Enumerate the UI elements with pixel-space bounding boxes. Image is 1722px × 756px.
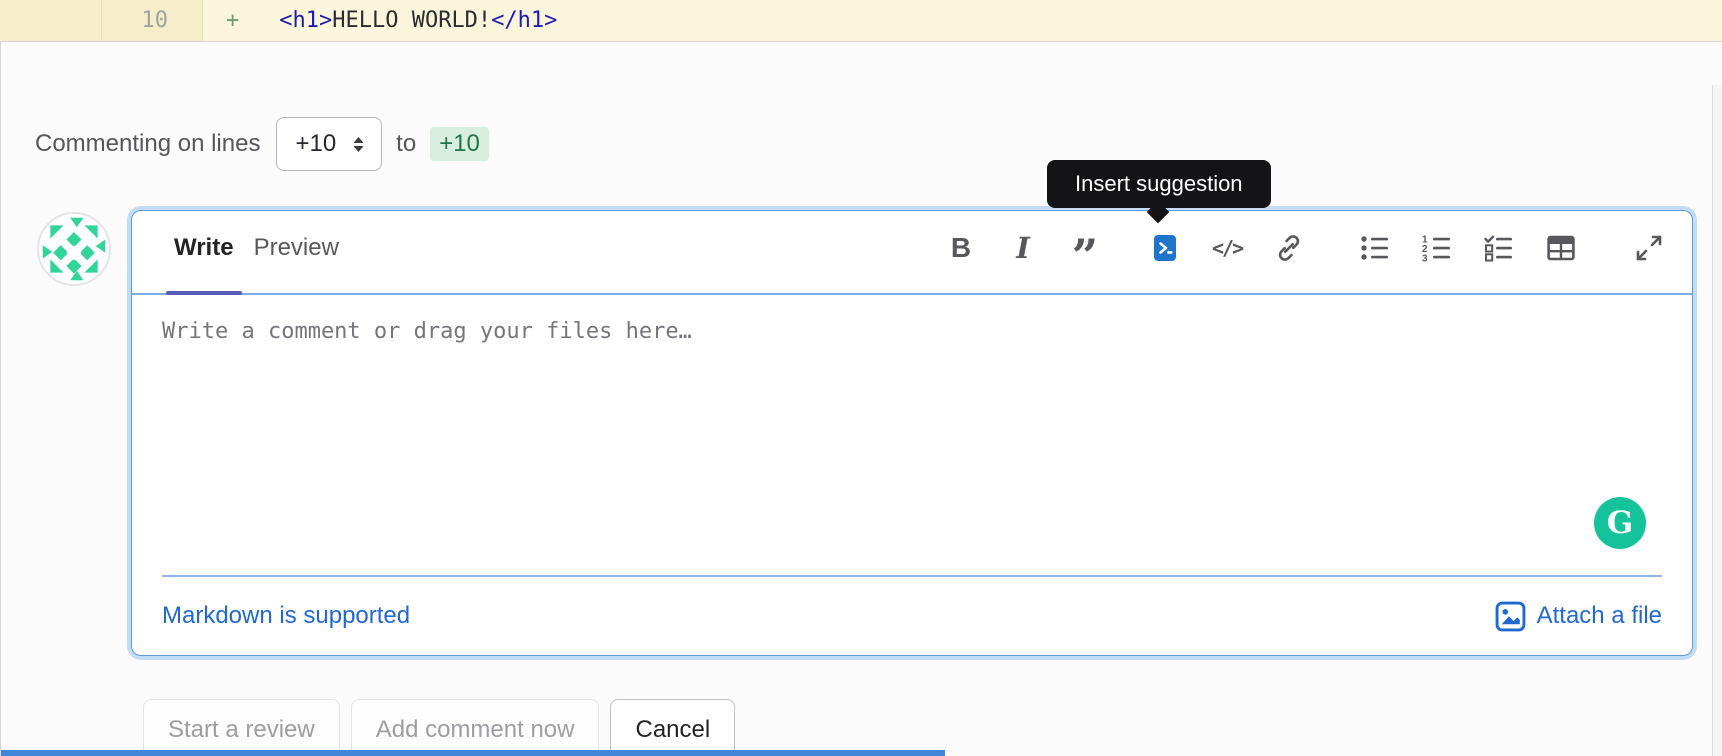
bold-button[interactable]: B (946, 232, 976, 263)
insert-suggestion-icon (1154, 235, 1176, 261)
formatting-toolbar: B I ” </> 1 2 3 (946, 229, 1664, 283)
insert-suggestion-tooltip: Insert suggestion (1047, 160, 1271, 208)
link-icon (1278, 235, 1300, 261)
tab-preview-label: Preview (253, 234, 339, 261)
task-list-icon (1484, 235, 1512, 262)
diff-line-row: 10 + <h1>HELLO WORLD!</h1> (0, 0, 1722, 42)
comment-editor: Write Preview B I ” </> 1 2 3 Write a co… (131, 210, 1693, 656)
new-line-number-cell: 10 (102, 0, 203, 41)
editor-header: Write Preview B I ” </> 1 2 3 (132, 211, 1692, 295)
start-line-value: +10 (295, 130, 337, 157)
table-button[interactable] (1546, 233, 1576, 263)
avatar (37, 212, 111, 286)
markdown-supported-link[interactable]: Markdown is supported (162, 602, 410, 630)
add-comment-now-button[interactable]: Add comment now (350, 699, 600, 756)
tooltip-text: Insert suggestion (1075, 171, 1243, 196)
code-icon: </> (1211, 236, 1244, 260)
insert-suggestion-button[interactable] (1150, 233, 1180, 263)
italic-button[interactable]: I (1008, 231, 1038, 265)
tab-preview[interactable]: Preview (246, 217, 347, 279)
comment-actions: Start a review Add comment now Cancel (143, 699, 736, 756)
code-open-tag: <h1> (279, 8, 333, 33)
start-line-select[interactable]: +10 (276, 117, 383, 171)
code-text: HELLO WORLD! (332, 8, 492, 33)
link-button[interactable] (1274, 233, 1304, 263)
scrollbar-gutter (1712, 85, 1722, 756)
editor-body: G (132, 295, 1692, 575)
fullscreen-button[interactable] (1634, 233, 1664, 263)
attach-image-icon (1495, 601, 1525, 631)
tab-write[interactable]: Write (166, 217, 242, 295)
quote-icon: ” (1071, 229, 1099, 283)
commenting-label: Commenting on lines (35, 130, 261, 157)
merge-request-comment-view: 10 + <h1>HELLO WORLD!</h1> Commenting on … (0, 0, 1722, 756)
commenting-on-lines-row: Commenting on lines +10 to +10 (35, 116, 489, 172)
fullscreen-icon (1636, 235, 1662, 261)
attach-file-label: Attach a file (1536, 602, 1662, 629)
start-review-button[interactable]: Start a review (143, 699, 340, 756)
quote-button[interactable]: ” (1070, 229, 1100, 283)
old-line-number-cell (0, 0, 102, 41)
diff-selection-bar (1, 750, 945, 756)
tab-write-label: Write (174, 234, 234, 261)
grammarly-icon[interactable]: G (1594, 497, 1646, 549)
bullet-list-icon (1361, 236, 1388, 260)
comment-form: Commenting on lines +10 to +10 Write Pre… (0, 42, 1722, 756)
bullet-list-button[interactable] (1360, 233, 1390, 263)
to-label: to (396, 130, 417, 157)
svg-text:3: 3 (1422, 254, 1428, 264)
editor-tabs: Write Preview (166, 217, 347, 295)
numbered-list-icon: 1 2 3 (1422, 235, 1450, 264)
numbered-list-button[interactable]: 1 2 3 (1422, 233, 1452, 263)
identicon-pattern (42, 217, 106, 281)
diff-code-cell: + <h1>HELLO WORLD!</h1> (203, 0, 1722, 41)
code-button[interactable]: </> (1211, 233, 1244, 263)
task-list-button[interactable] (1484, 233, 1514, 263)
end-line-badge: +10 (430, 127, 489, 161)
italic-icon: I (1016, 231, 1030, 265)
bold-icon: B (950, 232, 972, 263)
attach-file-button[interactable]: Attach a file (1495, 601, 1662, 632)
chevron-up-down-icon (353, 136, 364, 152)
table-icon (1547, 235, 1575, 261)
editor-footer: Markdown is supported Attach a file (132, 577, 1692, 655)
comment-textarea[interactable] (132, 295, 1692, 575)
code-close-tag: </h1> (491, 8, 558, 33)
cancel-button[interactable]: Cancel (610, 699, 736, 756)
added-line-sign: + (226, 8, 240, 33)
